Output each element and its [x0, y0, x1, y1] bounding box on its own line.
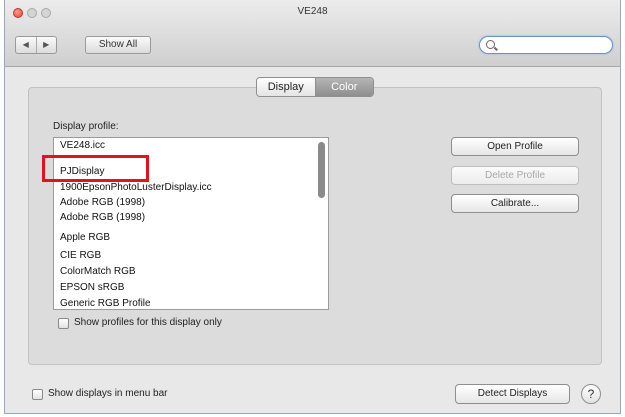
list-item[interactable]: Apple RGB	[60, 232, 110, 243]
search-field[interactable]	[479, 36, 613, 54]
list-item[interactable]: EPSON sRGB	[60, 282, 124, 293]
help-icon[interactable]: ?	[581, 384, 601, 404]
forward-icon[interactable]: ▶	[37, 37, 57, 53]
calibrate-button[interactable]: Calibrate...	[451, 194, 579, 213]
show-in-menu-bar-label: Show displays in menu bar	[48, 388, 168, 399]
back-icon[interactable]: ◀	[16, 37, 37, 53]
list-item[interactable]: Adobe RGB (1998)	[60, 197, 145, 208]
back-forward-control: ◀ ▶	[15, 36, 57, 54]
search-icon	[486, 40, 495, 49]
open-profile-button[interactable]: Open Profile	[451, 137, 579, 156]
show-profiles-checkbox[interactable]	[58, 318, 69, 329]
window-title: VE248	[297, 6, 328, 17]
search-input[interactable]	[498, 38, 610, 54]
show-profiles-label: Show profiles for this display only	[74, 317, 222, 328]
delete-profile-button[interactable]: Delete Profile	[451, 166, 579, 185]
show-all-button[interactable]: Show All	[85, 36, 151, 54]
display-color-tabs: Display Color	[256, 77, 374, 97]
list-item[interactable]: VE248.icc	[60, 140, 105, 151]
title-bar: VE248 ◀ ▶ Show All	[5, 0, 620, 67]
display-profile-label: Display profile:	[53, 121, 119, 132]
list-item[interactable]: CIE RGB	[60, 250, 101, 261]
list-item[interactable]: 1900EpsonPhotoLusterDisplay.icc	[60, 182, 212, 193]
list-item[interactable]: Adobe RGB (1998)	[60, 212, 145, 223]
list-item[interactable]: ColorMatch RGB	[60, 266, 136, 277]
highlight-annotation-box	[42, 155, 149, 182]
show-in-menu-bar-checkbox[interactable]	[32, 389, 43, 400]
list-item[interactable]: Generic RGB Profile	[60, 298, 151, 309]
profile-list-scrollbar[interactable]	[318, 142, 325, 198]
tab-color[interactable]: Color	[315, 78, 373, 96]
tab-display[interactable]: Display	[257, 78, 316, 96]
detect-displays-button[interactable]: Detect Displays	[455, 384, 570, 404]
